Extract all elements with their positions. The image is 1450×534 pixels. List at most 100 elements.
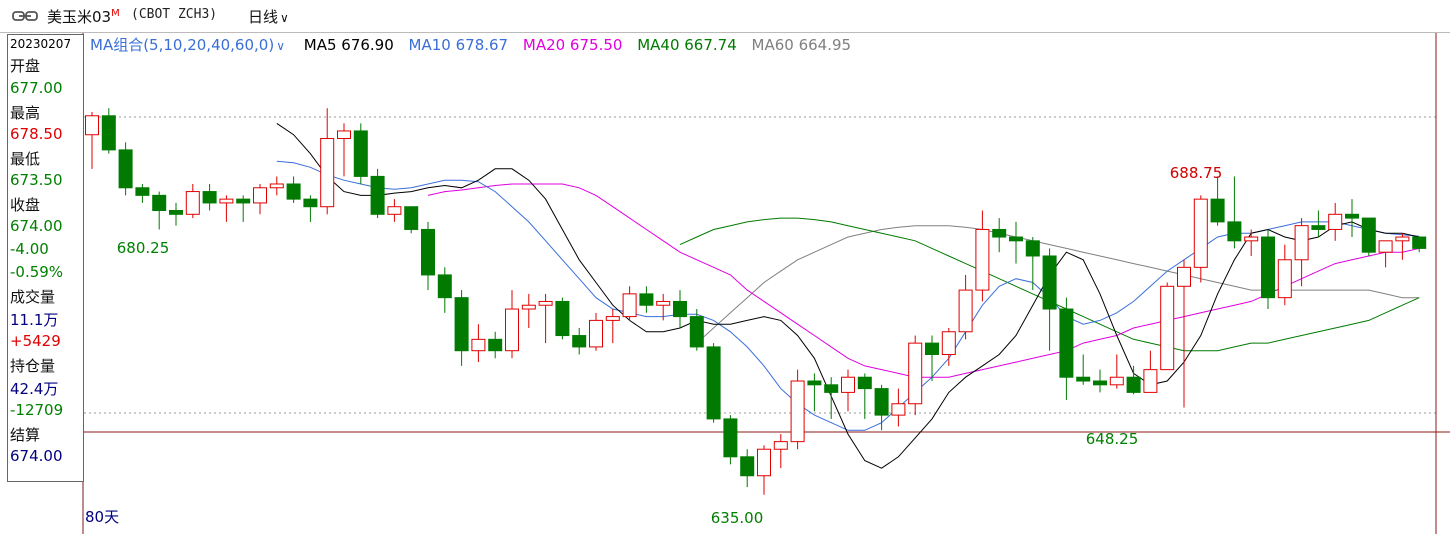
ma60-line <box>696 225 1420 344</box>
chevron-down-icon[interactable]: ∨ <box>276 39 285 53</box>
candle-down <box>1311 225 1326 230</box>
candle-down <box>824 384 839 393</box>
candle-up <box>908 342 923 405</box>
candle-down <box>454 297 469 352</box>
candle-down <box>1093 380 1107 386</box>
candle-down <box>706 346 721 420</box>
candle-up <box>1193 198 1208 268</box>
settle-label: 结算 <box>10 426 41 444</box>
change-value: -4.00 <box>10 240 49 258</box>
candle-down <box>202 191 217 204</box>
volume-value: 11.1万 <box>10 311 59 329</box>
candle-down <box>992 228 1007 238</box>
candle-up <box>941 331 956 355</box>
oi-label: 持仓量 <box>10 357 56 375</box>
ma10-legend: MA10 678.67 <box>408 36 509 54</box>
candle-down <box>1261 236 1275 299</box>
oi-change-value: -12709 <box>10 401 64 419</box>
info-panel: 20230207 开盘 677.00 最高 678.50 最低 673.50 收… <box>7 34 84 482</box>
left-low-price-label: 680.25 <box>117 239 170 257</box>
candle-up <box>253 187 267 204</box>
candle-down <box>639 293 654 306</box>
candle-up <box>337 130 351 140</box>
candle-down <box>925 342 939 355</box>
candle-up <box>891 403 906 416</box>
candle-up <box>1378 240 1393 253</box>
candle-up <box>471 338 486 352</box>
candle-up <box>505 308 519 352</box>
close-label: 收盘 <box>10 196 41 214</box>
candle-down <box>135 187 150 196</box>
candle-down <box>1009 236 1023 242</box>
volume-change-value: +5429 <box>10 332 61 350</box>
candle-down <box>874 388 889 416</box>
candle-down <box>1059 308 1074 378</box>
candle-up <box>757 448 771 477</box>
range-label: 80天 <box>85 508 119 526</box>
open-value: 677.00 <box>10 79 63 97</box>
candle-down <box>303 198 318 208</box>
candle-down <box>488 338 503 352</box>
low-label: 最低 <box>10 150 41 168</box>
candle-up <box>269 183 284 189</box>
candle-down <box>723 418 738 458</box>
candlestick-chart[interactable]: 688.75 635.00 680.25 648.25 80天 <box>0 0 1450 534</box>
candle-down <box>807 380 822 386</box>
mid-low-price-label: 648.25 <box>1086 430 1139 448</box>
candle-up <box>1328 213 1343 230</box>
settle-value: 674.00 <box>10 447 63 465</box>
ma40-legend: MA40 667.74 <box>637 36 737 54</box>
candle-up <box>605 316 620 321</box>
date-value: 20230207 <box>10 37 72 51</box>
candle-up <box>958 289 973 333</box>
candle-down <box>1025 240 1040 257</box>
oi-value: 42.4万 <box>10 380 59 398</box>
low-price-label: 635.00 <box>711 509 764 527</box>
candle-down <box>1227 221 1242 242</box>
candle-down <box>152 194 167 212</box>
candle-down <box>1210 198 1225 223</box>
candle-down <box>1042 255 1057 310</box>
candle-up <box>1109 376 1124 386</box>
candle-down <box>353 130 368 177</box>
candle-up <box>773 441 788 450</box>
candle-down <box>404 206 419 230</box>
candle-up <box>790 380 805 443</box>
candle-up <box>1244 236 1259 242</box>
ma5-legend: MA5 676.90 <box>303 36 394 54</box>
ma20-legend: MA20 675.50 <box>522 36 623 54</box>
candle-up <box>538 300 553 306</box>
candle-down <box>1345 213 1359 219</box>
high-value: 678.50 <box>10 125 63 143</box>
candle-down <box>437 274 452 299</box>
candle-down <box>370 175 385 215</box>
ma60-legend: MA60 664.95 <box>751 36 852 54</box>
candle-down <box>421 228 435 276</box>
candle-down <box>169 210 183 215</box>
candle-up <box>219 198 234 204</box>
candle-up <box>387 206 402 215</box>
candle-up <box>1395 236 1410 242</box>
candle-up <box>589 319 603 348</box>
candle-down <box>740 456 755 477</box>
candle-down <box>286 183 301 200</box>
candle-down <box>572 335 587 348</box>
ma-legend: MA组合(5,10,20,40,60,0) ∨ MA5 676.90 MA10 6… <box>90 34 861 55</box>
candle-up <box>521 304 536 310</box>
candle-up <box>841 376 855 393</box>
candle-down <box>1126 376 1141 393</box>
high-label: 最高 <box>10 104 41 122</box>
ma-group-label[interactable]: MA组合(5,10,20,40,60,0) <box>90 36 274 54</box>
candle-up <box>1277 259 1292 299</box>
candle-down <box>1361 217 1376 253</box>
candle-down <box>689 316 704 348</box>
candle-up <box>656 300 671 306</box>
candle-up <box>975 228 990 291</box>
candle-up <box>185 191 200 215</box>
close-value: 674.00 <box>10 217 63 235</box>
candle-up <box>622 293 637 318</box>
candle-down <box>857 376 872 390</box>
candle-up <box>320 138 335 208</box>
candle-up <box>1160 285 1175 371</box>
high-price-label: 688.75 <box>1170 164 1223 182</box>
